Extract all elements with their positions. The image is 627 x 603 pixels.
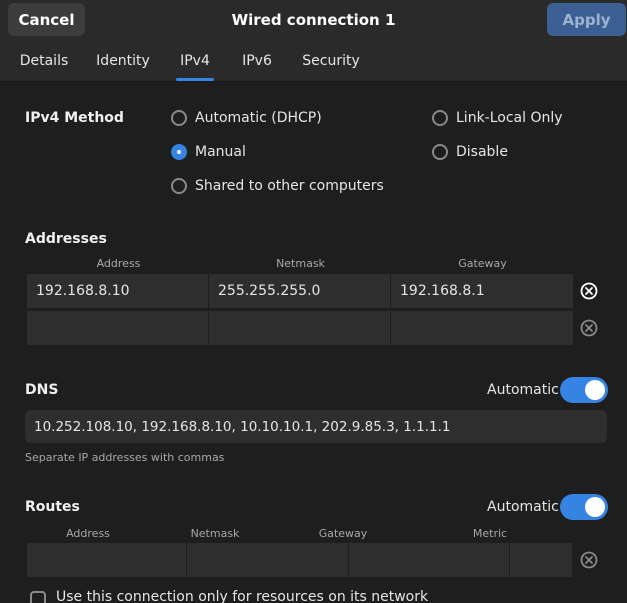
delete-address-button[interactable]	[572, 274, 606, 308]
radio-automatic-dhcp[interactable]: Automatic (DHCP)	[171, 110, 322, 126]
radio-button-icon	[171, 110, 187, 126]
clear-circle-icon	[580, 282, 598, 300]
column-header-address: Address	[96, 257, 141, 270]
delete-route-button[interactable]	[572, 543, 606, 577]
column-header-address: Address	[66, 527, 110, 540]
route-gateway-field[interactable]	[349, 543, 510, 577]
route-metric-field[interactable]	[510, 543, 572, 577]
switch-knob	[585, 380, 605, 400]
address-row: 192.168.8.10 255.255.255.0 192.168.8.1	[27, 274, 573, 308]
clear-circle-icon	[580, 319, 598, 337]
route-row	[27, 543, 572, 577]
cancel-button[interactable]: Cancel	[8, 3, 85, 36]
radio-button-icon	[171, 178, 187, 194]
dns-automatic-switch[interactable]	[560, 377, 608, 403]
radio-shared[interactable]: Shared to other computers	[171, 178, 384, 194]
delete-address-button[interactable]	[572, 311, 606, 345]
netmask-field[interactable]: 255.255.255.0	[209, 274, 391, 308]
apply-button[interactable]: Apply	[547, 3, 626, 36]
connection-dialog: Cancel Wired connection 1 Apply Details …	[0, 0, 627, 603]
tab-details[interactable]: Details	[8, 40, 80, 81]
column-header-metric: Metric	[472, 527, 508, 540]
tab-ipv6[interactable]: IPv6	[230, 40, 284, 81]
netmask-field[interactable]	[209, 311, 391, 345]
radio-button-icon	[432, 110, 448, 126]
dialog-title: Wired connection 1	[231, 11, 396, 29]
use-only-for-network-checkbox[interactable]	[30, 591, 46, 603]
dns-hint-text: Separate IP addresses with commas	[25, 451, 225, 464]
dns-label: DNS	[25, 382, 59, 398]
addresses-label: Addresses	[25, 231, 107, 247]
radio-label: Link-Local Only	[456, 110, 563, 126]
radio-disable[interactable]: Disable	[432, 144, 508, 160]
column-header-netmask: Netmask	[276, 257, 325, 270]
address-row	[27, 311, 573, 345]
route-netmask-field[interactable]	[187, 543, 349, 577]
radio-manual[interactable]: Manual	[171, 144, 246, 160]
column-header-gateway: Gateway	[458, 257, 507, 270]
radio-label: Shared to other computers	[195, 178, 384, 194]
tab-identity[interactable]: Identity	[86, 40, 160, 81]
column-header-netmask: Netmask	[190, 527, 240, 540]
gateway-field[interactable]	[391, 311, 573, 345]
tab-security[interactable]: Security	[292, 40, 370, 81]
ipv4-method-label: IPv4 Method	[25, 110, 124, 126]
tab-bar: Details Identity IPv4 IPv6 Security	[0, 40, 627, 82]
switch-knob	[585, 497, 605, 517]
column-header-gateway: Gateway	[318, 527, 368, 540]
header-bar: Cancel Wired connection 1 Apply	[0, 0, 627, 40]
radio-label: Disable	[456, 144, 508, 160]
routes-automatic-label: Automatic	[487, 499, 559, 515]
clear-circle-icon	[580, 551, 598, 569]
radio-label: Manual	[195, 144, 246, 160]
radio-label: Automatic (DHCP)	[195, 110, 322, 126]
radio-button-icon	[432, 144, 448, 160]
route-address-field[interactable]	[27, 543, 187, 577]
dns-automatic-label: Automatic	[487, 382, 559, 398]
routes-label: Routes	[25, 499, 80, 515]
address-field[interactable]: 192.168.8.10	[27, 274, 209, 308]
use-only-for-network-label: Use this connection only for resources o…	[56, 589, 429, 603]
dns-servers-input[interactable]: 10.252.108.10, 192.168.8.10, 10.10.10.1,…	[25, 410, 607, 443]
gateway-field[interactable]: 192.168.8.1	[391, 274, 573, 308]
routes-automatic-switch[interactable]	[560, 494, 608, 520]
radio-link-local[interactable]: Link-Local Only	[432, 110, 563, 126]
address-field[interactable]	[27, 311, 209, 345]
tab-ipv4[interactable]: IPv4	[168, 40, 222, 81]
radio-button-selected-icon	[171, 144, 187, 160]
